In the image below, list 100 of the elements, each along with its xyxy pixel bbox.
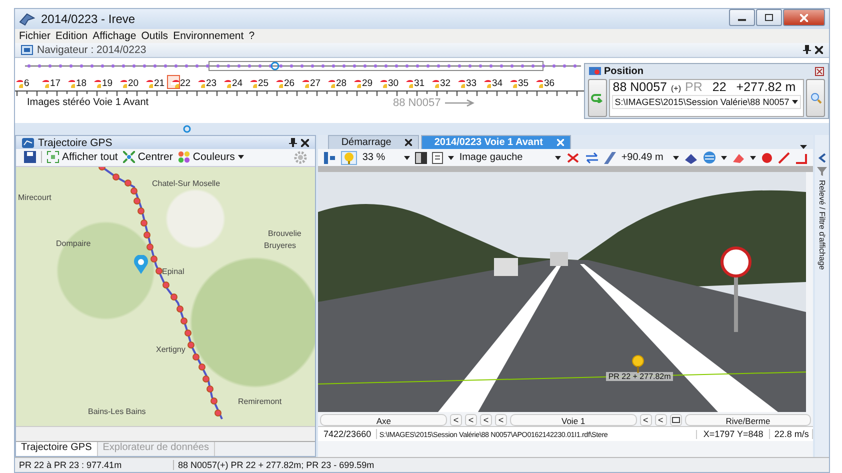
pr-number: 31 bbox=[414, 78, 425, 89]
pr-number: 23 bbox=[206, 78, 217, 89]
place-name: Remiremont bbox=[238, 396, 282, 406]
maximize-button[interactable] bbox=[756, 9, 782, 26]
path-dropdown[interactable]: S:\IMAGES\2015\Session Valérie\88 N0057 bbox=[612, 94, 802, 109]
shift-button[interactable]: < bbox=[654, 414, 667, 426]
save-icon[interactable] bbox=[24, 151, 36, 164]
filter-icon[interactable] bbox=[817, 167, 828, 176]
menu-item[interactable]: Fichier bbox=[19, 30, 51, 42]
ruler-icon[interactable] bbox=[604, 152, 616, 164]
place-name: Mirecourt bbox=[18, 192, 52, 202]
zoom-dropdown[interactable]: 33 % bbox=[362, 152, 410, 164]
shift-button[interactable]: < bbox=[450, 414, 462, 426]
lane-icon-button[interactable] bbox=[670, 414, 682, 426]
caret-icon bbox=[555, 156, 562, 160]
colors-icon bbox=[178, 151, 190, 164]
pr-number: 22 bbox=[180, 78, 191, 89]
step-tool-icon[interactable] bbox=[795, 152, 808, 164]
pr-number: 6 bbox=[24, 78, 30, 89]
search-button[interactable] bbox=[806, 78, 825, 117]
close-icon[interactable] bbox=[815, 46, 823, 54]
line-tool-icon[interactable] bbox=[778, 152, 790, 164]
lane-button[interactable]: Axe bbox=[320, 414, 447, 426]
info-cell: 22.8 m/s bbox=[770, 429, 814, 440]
layers-icon[interactable] bbox=[684, 152, 698, 164]
pr-number: 18 bbox=[76, 78, 87, 89]
pin-icon[interactable] bbox=[803, 45, 811, 54]
pr-number: 28 bbox=[336, 78, 347, 89]
eraser-icon[interactable] bbox=[732, 152, 746, 164]
window-title: 2014/0223 - Ireve bbox=[41, 12, 136, 26]
pr-number: 17 bbox=[50, 78, 61, 89]
pr-label: PR bbox=[685, 80, 702, 94]
menu-item[interactable]: Environnement bbox=[173, 30, 244, 42]
fit-all-icon bbox=[47, 151, 59, 164]
layout-icon[interactable] bbox=[324, 152, 336, 164]
pr-number: 27 bbox=[310, 78, 321, 89]
shift-button[interactable]: < bbox=[494, 414, 507, 426]
distance-dropdown[interactable]: +90.49 m bbox=[621, 152, 680, 164]
track-label: Images stéréo Voie 1 Avant bbox=[27, 97, 150, 108]
info-cell: 7422/23660 bbox=[318, 429, 378, 440]
pin-icon[interactable] bbox=[289, 138, 298, 148]
pr-number: 34 bbox=[492, 78, 503, 89]
bulb-icon bbox=[344, 152, 354, 164]
road-label: 88 N0057 bbox=[393, 96, 441, 109]
caret-icon[interactable] bbox=[750, 156, 756, 160]
lane-button[interactable]: Voie 1 bbox=[510, 414, 637, 426]
menu-item[interactable]: Outils bbox=[141, 30, 168, 42]
image-dropdown[interactable]: Image gauche bbox=[459, 152, 562, 164]
toolbar-button[interactable]: Afficher tout bbox=[47, 151, 118, 164]
status-text: PR 22 à PR 23 : 977.41m bbox=[18, 460, 123, 470]
menu-item[interactable]: Affichage bbox=[92, 30, 136, 42]
place-name: Dompaire bbox=[56, 238, 91, 248]
maximize-icon bbox=[765, 14, 773, 21]
close-button[interactable] bbox=[783, 9, 825, 26]
go-button[interactable] bbox=[588, 78, 607, 117]
cancel-icon[interactable] bbox=[566, 152, 580, 164]
pr-number: 35 bbox=[518, 78, 529, 89]
document-tab[interactable]: Démarrage bbox=[328, 135, 420, 150]
pr-number: 33 bbox=[466, 78, 477, 89]
location-pin-icon bbox=[133, 254, 149, 275]
return-arrow-icon bbox=[591, 92, 604, 103]
shift-button[interactable]: < bbox=[640, 414, 652, 426]
marker-toggle[interactable] bbox=[341, 150, 358, 165]
center-icon bbox=[122, 151, 135, 164]
pr-number: 32 bbox=[440, 78, 451, 89]
caret-icon bbox=[673, 156, 680, 160]
menu-item[interactable]: ? bbox=[248, 30, 255, 42]
pr-number: 21 bbox=[154, 78, 165, 89]
swap-arrows-icon[interactable] bbox=[585, 152, 600, 164]
lane-button[interactable]: Rive/Berme bbox=[684, 414, 812, 426]
splitter-handle-icon[interactable] bbox=[183, 125, 191, 134]
pr-number: 30 bbox=[388, 78, 399, 89]
panel-tab[interactable]: Trajectoire GPS bbox=[16, 442, 98, 456]
toolbar-button[interactable]: Centrer bbox=[122, 151, 173, 164]
shift-button[interactable]: < bbox=[464, 414, 477, 426]
caret-icon[interactable] bbox=[721, 156, 728, 160]
pr-number: 25 bbox=[258, 78, 269, 89]
pr-number: 19 bbox=[102, 78, 113, 89]
collapse-icon[interactable] bbox=[818, 153, 827, 164]
place-name: Chatel-Sur Moselle bbox=[152, 178, 220, 188]
caret-icon[interactable] bbox=[448, 156, 454, 160]
direction-arrow-icon bbox=[444, 98, 475, 107]
pr-marker-icon[interactable] bbox=[167, 74, 180, 89]
contrast-icon[interactable] bbox=[415, 152, 428, 164]
toolbar-button[interactable]: Couleurs bbox=[178, 151, 244, 164]
document-icon[interactable] bbox=[432, 152, 444, 164]
pr-number: 20 bbox=[128, 78, 139, 89]
record-icon[interactable] bbox=[761, 152, 774, 164]
lane-icon bbox=[672, 417, 680, 424]
panel-title: Position bbox=[604, 66, 644, 77]
minimize-button[interactable] bbox=[729, 9, 755, 26]
offset-value: +277.82 m bbox=[736, 80, 796, 94]
shift-button[interactable]: < bbox=[480, 414, 492, 426]
close-icon[interactable] bbox=[301, 138, 310, 147]
side-panel-tab[interactable]: Relevé / Filtre d'affichage bbox=[818, 180, 827, 270]
close-icon[interactable] bbox=[405, 139, 412, 146]
menu-item[interactable]: Edition bbox=[56, 30, 88, 42]
globe-icon[interactable] bbox=[703, 151, 716, 164]
caret-icon bbox=[404, 156, 410, 160]
status-text: 88 N0057(+) PR 22 + 277.82m; PR 23 - 699.59m bbox=[173, 460, 378, 470]
